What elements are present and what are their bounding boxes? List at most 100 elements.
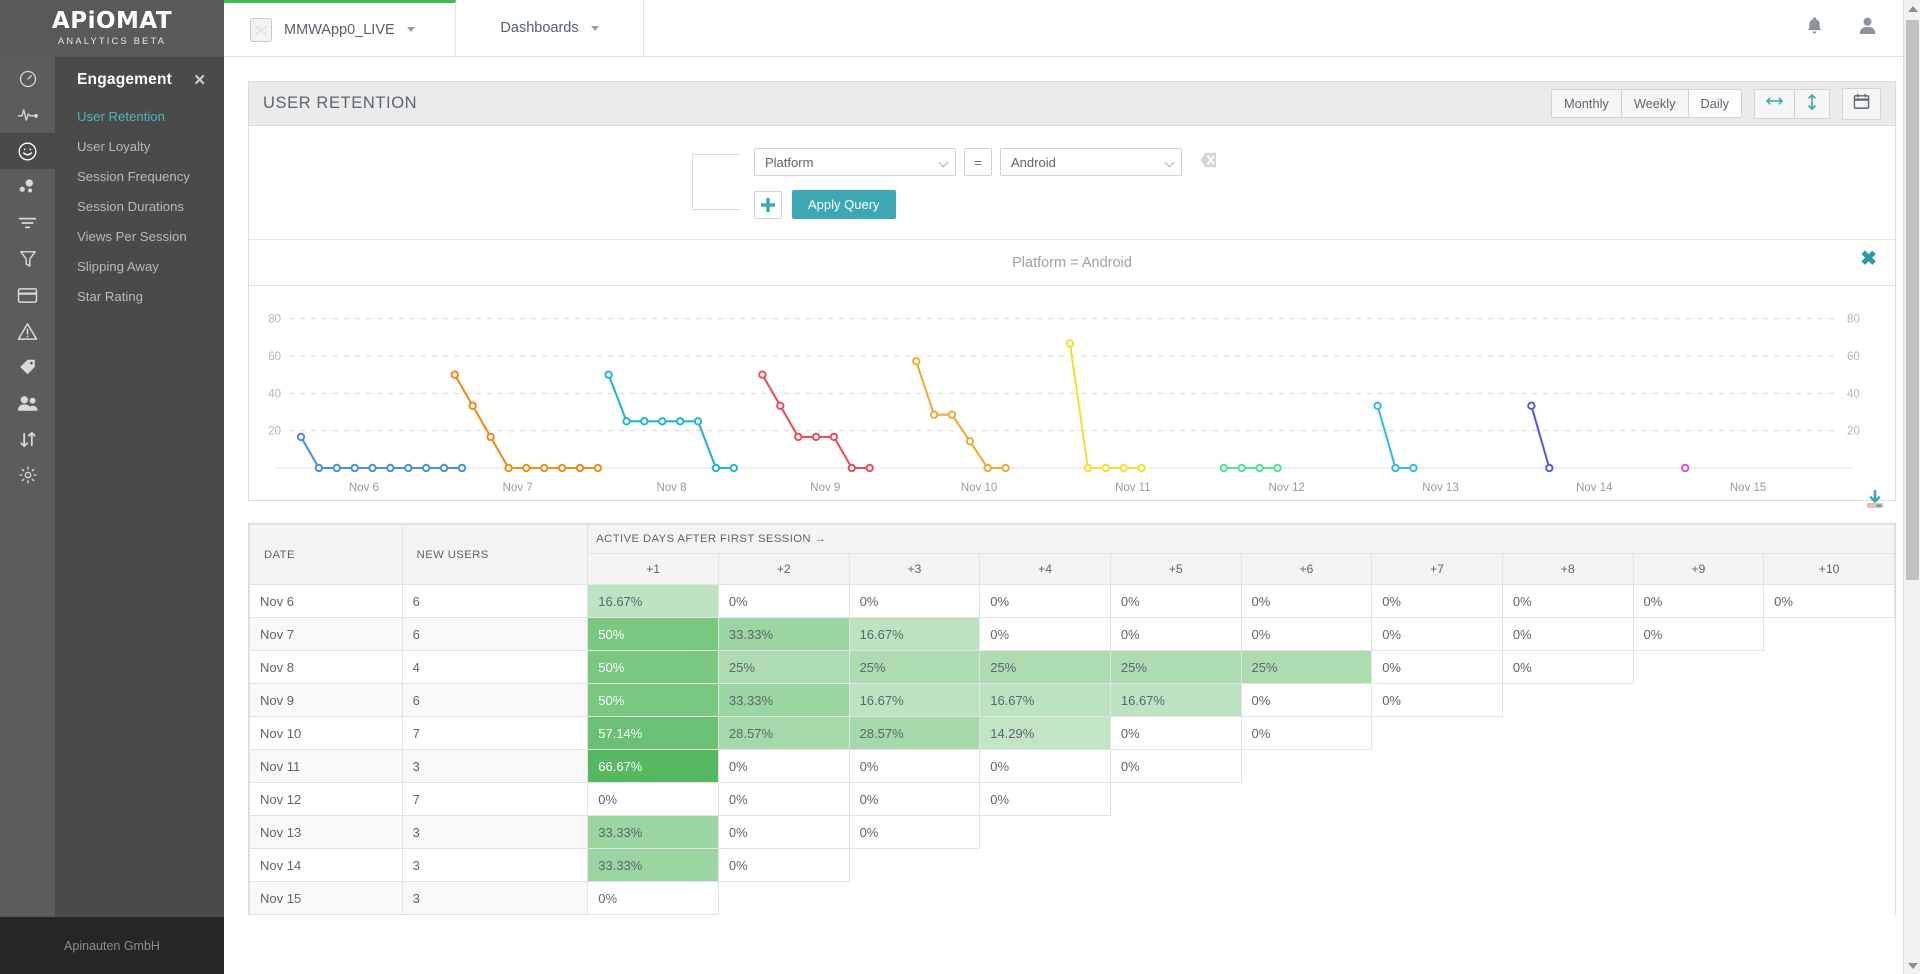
cell-retention: 0% xyxy=(1633,618,1764,651)
sidebar-item-session-durations[interactable]: Session Durations xyxy=(55,192,224,222)
sidebar-item-transfer[interactable] xyxy=(0,421,55,457)
granularity-weekly-button[interactable]: Weekly xyxy=(1622,90,1689,117)
tab-dashboards-label: Dashboards xyxy=(500,20,578,36)
svg-text:Nov 12: Nov 12 xyxy=(1268,482,1304,494)
cell-retention: 0% xyxy=(1110,618,1241,651)
cell-retention: 0% xyxy=(718,750,849,783)
sidebar-item-views-per-session[interactable]: Views Per Session xyxy=(55,222,224,252)
chevron-down-icon[interactable] xyxy=(591,26,599,31)
panel-header-controls: Monthly Weekly Daily xyxy=(1551,88,1881,120)
granularity-daily-button[interactable]: Daily xyxy=(1689,90,1741,117)
query-operator: = xyxy=(964,148,992,176)
cell-empty xyxy=(1110,783,1241,816)
cell-empty xyxy=(1241,849,1372,882)
sidebar-item-segments[interactable] xyxy=(0,169,55,205)
table-row: Nov 1530% xyxy=(250,882,1895,915)
column-header-day-6: +6 xyxy=(1241,554,1372,585)
svg-text:20: 20 xyxy=(1847,426,1860,438)
cell-empty xyxy=(1502,684,1633,717)
cell-empty xyxy=(1633,816,1764,849)
app-root: APiOMAT ANALYTICS BETA xyxy=(0,0,1920,974)
remove-condition-icon[interactable] xyxy=(1196,150,1218,175)
sidebar-item-slipping-away[interactable]: Slipping Away xyxy=(55,252,224,282)
cell-retention: 0% xyxy=(1502,618,1633,651)
cell-empty xyxy=(1241,882,1372,915)
cell-empty xyxy=(1502,750,1633,783)
download-csv-icon[interactable] xyxy=(1864,490,1886,515)
tab-application[interactable]: MMWApp0_LIVE xyxy=(224,0,456,56)
cell-empty xyxy=(1502,717,1633,750)
svg-text:40: 40 xyxy=(268,388,281,400)
cell-retention: 28.57% xyxy=(849,717,980,750)
chevron-down-icon[interactable] xyxy=(407,27,415,32)
top-navigation-bar: MMWApp0_LIVE Dashboards xyxy=(224,0,1920,57)
sidebar-item-funnel[interactable] xyxy=(0,241,55,277)
cell-retention: 25% xyxy=(980,651,1111,684)
cell-empty xyxy=(1764,651,1895,684)
retention-table: DATE NEW USERS ACTIVE DAYS AFTER FIRST S… xyxy=(249,524,1895,915)
vertical-arrows-icon[interactable] xyxy=(1795,90,1829,118)
sidebar-item-users[interactable] xyxy=(0,385,55,421)
granularity-monthly-button[interactable]: Monthly xyxy=(1552,90,1622,117)
funnel-icon xyxy=(19,249,37,269)
engagement-subpanel: Engagement ✕ User Retention User Loyalty… xyxy=(55,57,224,974)
gear-icon xyxy=(18,465,38,485)
retention-chart: 2020404060608080Nov 6Nov 7Nov 8Nov 9Nov … xyxy=(249,285,1895,500)
cell-retention: 0% xyxy=(718,783,849,816)
cell-date: Nov 10 xyxy=(250,717,403,750)
svg-text:40: 40 xyxy=(1847,388,1860,400)
scroll-down-arrow-icon[interactable] xyxy=(1904,957,1920,974)
user-account-icon[interactable] xyxy=(1859,16,1876,40)
cell-retention: 57.14% xyxy=(588,717,719,750)
query-builder-inner: Platform = Android xyxy=(692,148,1452,219)
sidebar-item-settings[interactable] xyxy=(0,457,55,493)
cell-new-users: 4 xyxy=(402,651,588,684)
cell-empty xyxy=(1764,750,1895,783)
cell-date: Nov 14 xyxy=(250,849,403,882)
date-range-picker-button[interactable] xyxy=(1842,88,1881,120)
card-icon xyxy=(17,287,38,304)
cell-empty xyxy=(1502,816,1633,849)
query-value-select[interactable]: Android xyxy=(1000,148,1182,176)
scrollbar-thumb[interactable] xyxy=(1906,20,1919,580)
sidebar-item-star-rating[interactable]: Star Rating xyxy=(55,282,224,312)
cell-empty xyxy=(849,882,980,915)
sidebar-item-tags[interactable] xyxy=(0,349,55,385)
cell-empty xyxy=(718,882,849,915)
sidebar-item-engagement[interactable] xyxy=(0,133,55,169)
cell-new-users: 7 xyxy=(402,717,588,750)
notification-bell-icon[interactable] xyxy=(1806,16,1823,40)
tab-dashboards[interactable]: Dashboards xyxy=(456,0,644,56)
warning-triangle-icon xyxy=(17,322,38,341)
add-condition-button[interactable] xyxy=(754,191,782,219)
sidebar-item-session-frequency[interactable]: Session Frequency xyxy=(55,162,224,192)
close-chart-icon[interactable]: ✖ xyxy=(1860,249,1877,269)
sidebar-item-user-loyalty[interactable]: User Loyalty xyxy=(55,132,224,162)
table-row: Nov 9650%33.33%16.67%16.67%16.67%0%0% xyxy=(250,684,1895,717)
cell-empty xyxy=(1633,717,1764,750)
cell-retention: 0% xyxy=(1372,618,1503,651)
chevron-down-icon xyxy=(939,158,949,168)
cell-retention: 0% xyxy=(718,816,849,849)
sidebar-item-user-retention[interactable]: User Retention xyxy=(55,102,224,132)
cell-retention: 0% xyxy=(849,750,980,783)
tag-icon xyxy=(17,357,38,377)
page-scrollbar[interactable] xyxy=(1903,0,1920,974)
apply-query-button[interactable]: Apply Query xyxy=(792,190,896,219)
close-icon[interactable]: ✕ xyxy=(193,73,206,88)
query-field-select[interactable]: Platform xyxy=(754,148,956,176)
svg-text:60: 60 xyxy=(268,351,281,363)
cell-empty xyxy=(1633,849,1764,882)
table-body: Nov 6616.67%0%0%0%0%0%0%0%0%0%Nov 7650%3… xyxy=(250,585,1895,915)
horizontal-arrows-icon[interactable] xyxy=(1755,90,1795,118)
sidebar-item-filters[interactable] xyxy=(0,205,55,241)
query-field-value: Platform xyxy=(765,155,813,170)
sidebar-item-revenue[interactable] xyxy=(0,277,55,313)
sidebar-item-dashboard[interactable] xyxy=(0,61,55,97)
scroll-up-arrow-icon[interactable] xyxy=(1904,0,1920,17)
brand-subtitle: ANALYTICS BETA xyxy=(58,36,166,47)
sidebar-item-errors[interactable] xyxy=(0,313,55,349)
sidebar-item-activity[interactable] xyxy=(0,97,55,133)
cell-retention: 25% xyxy=(718,651,849,684)
cell-retention: 0% xyxy=(588,783,719,816)
